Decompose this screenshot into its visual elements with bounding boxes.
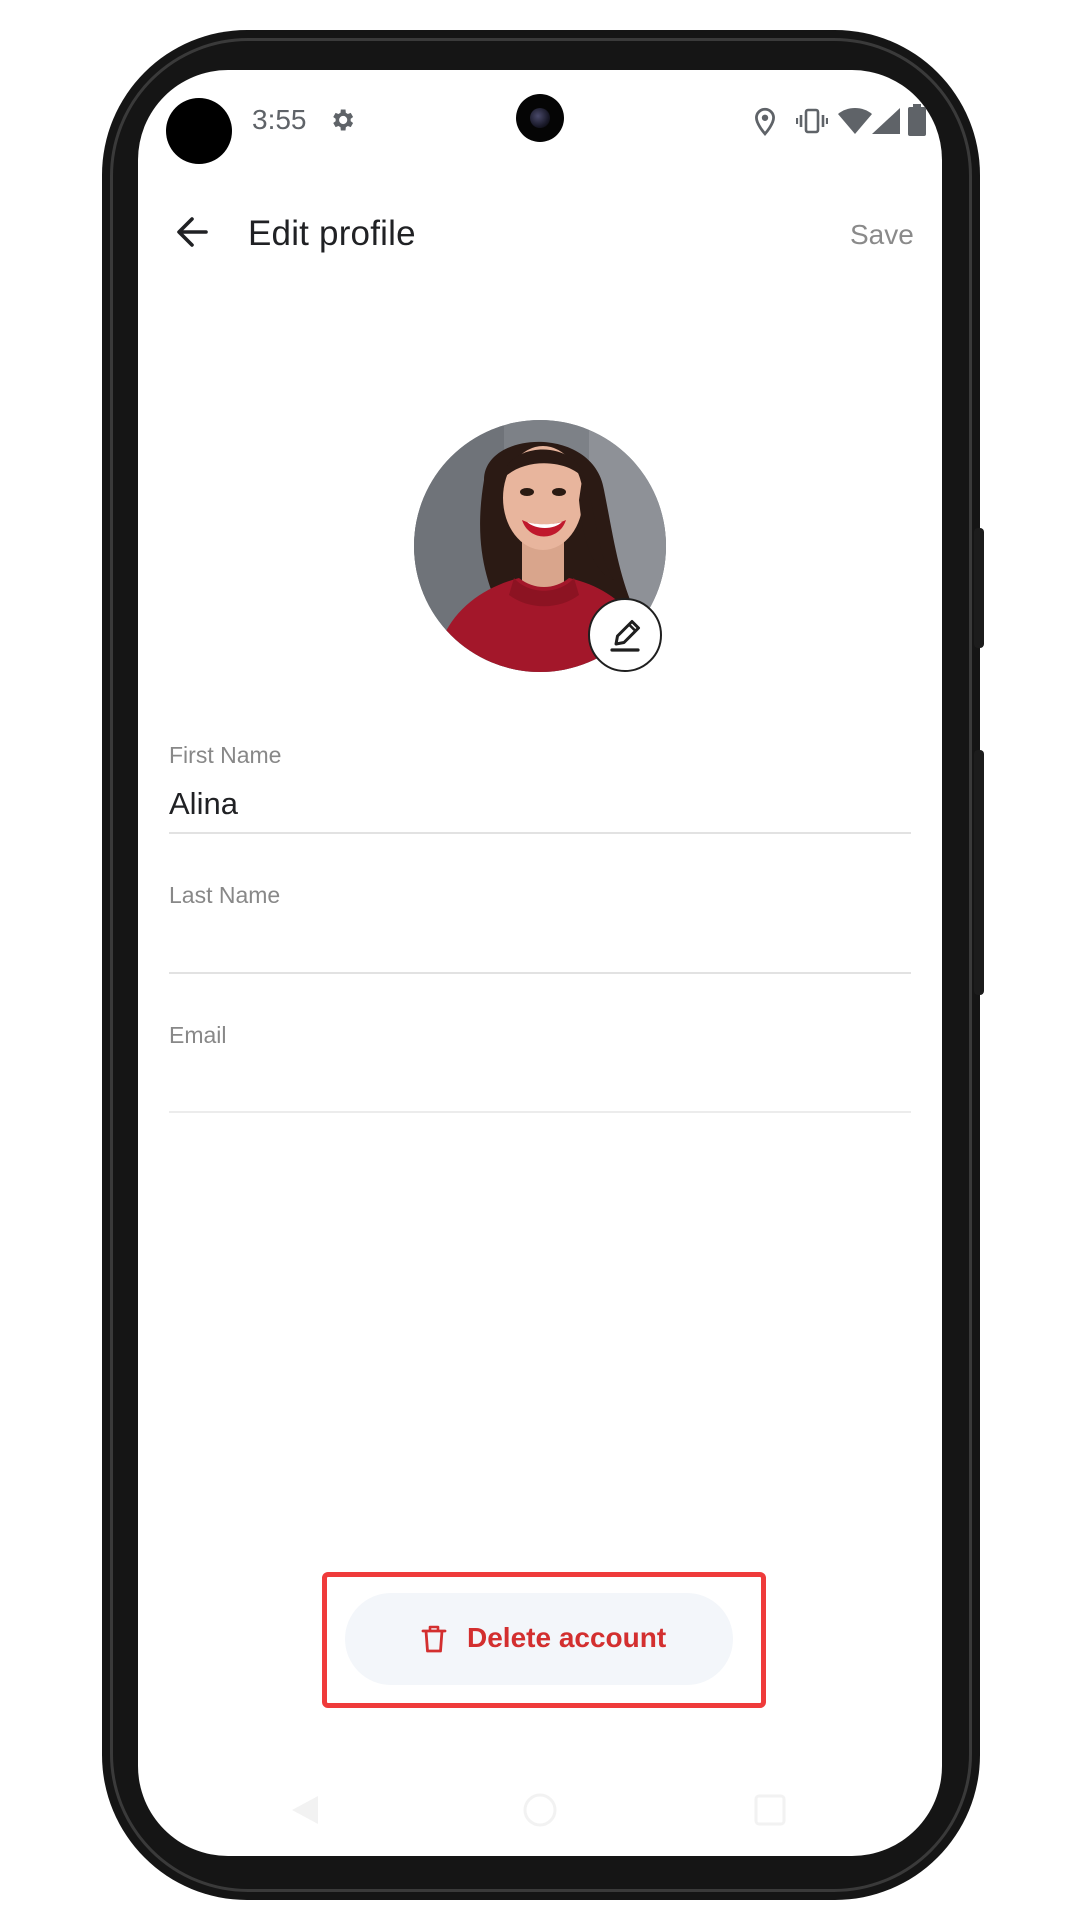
camera-lens <box>530 108 550 128</box>
last-name-underline <box>169 972 911 974</box>
nav-home-icon[interactable] <box>522 1792 558 1828</box>
power-button <box>974 750 984 995</box>
save-button[interactable]: Save <box>850 219 914 251</box>
email-input[interactable] <box>169 1066 909 1106</box>
status-time: 3:55 <box>252 104 307 135</box>
battery-icon <box>908 104 926 136</box>
nav-back-icon[interactable] <box>288 1792 324 1828</box>
first-name-label: First Name <box>169 742 282 768</box>
wifi-icon <box>838 108 872 134</box>
email-label: Email <box>169 1022 227 1048</box>
edit-avatar-button[interactable] <box>588 598 662 672</box>
page-title: Edit profile <box>248 214 416 253</box>
pencil-icon <box>610 620 640 652</box>
nav-recents-icon[interactable] <box>752 1792 788 1828</box>
volume-button <box>974 528 984 648</box>
vibrate-icon <box>796 108 828 134</box>
first-name-input[interactable]: Alina <box>169 786 909 826</box>
first-name-underline <box>169 832 911 834</box>
highlight-annotation <box>322 1572 766 1708</box>
location-icon <box>755 107 775 136</box>
last-name-input[interactable] <box>169 926 909 966</box>
arrow-left-icon[interactable] <box>172 212 212 252</box>
last-name-label: Last Name <box>169 882 281 908</box>
settings-gear-icon <box>333 109 354 131</box>
signal-icon <box>872 108 900 134</box>
email-underline <box>169 1111 911 1113</box>
display-cutout <box>166 98 232 164</box>
